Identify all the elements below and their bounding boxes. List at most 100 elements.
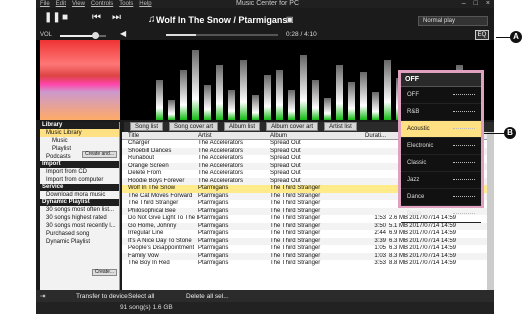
table-cell: The Cat Moves Forward	[128, 192, 193, 199]
eq-curve-icon	[453, 179, 475, 181]
tab-song-list[interactable]: Song list	[130, 122, 164, 131]
table-row[interactable]: People's Disappointment Ptarmigans The Thi…	[122, 245, 494, 253]
table-cell: The Third Stranger	[270, 185, 321, 191]
select-all-button[interactable]: Select all	[128, 293, 154, 300]
table-cell: Delete From	[128, 170, 162, 176]
play-mode-select[interactable]: Normal play	[418, 16, 488, 26]
column-title[interactable]: Title	[122, 132, 198, 139]
menu-edit[interactable]: Edit	[56, 1, 66, 7]
sidebar-item-highest-rated[interactable]: 30 songs highest rated	[40, 214, 119, 222]
sidebar-item-most-recent[interactable]: 30 songs most recently l...	[40, 222, 119, 230]
table-row[interactable]: Family Vow Ptarmigans The Third Stranger 1:…	[122, 252, 494, 260]
eq-option[interactable]: OFF	[401, 87, 481, 104]
volume-knob[interactable]	[92, 32, 99, 39]
table-cell: 2017/07/14 14:59	[409, 222, 456, 229]
table-cell: The Third Stranger	[270, 245, 321, 251]
sidebar-item-purchased[interactable]: Purchased song	[40, 230, 119, 238]
table-cell: 6.3 MB	[388, 245, 408, 251]
equalizer-button[interactable]: EQ	[475, 30, 489, 40]
seek-bar[interactable]	[166, 34, 278, 36]
sidebar-item-most-often[interactable]: 30 songs most often list...	[40, 206, 119, 214]
mini-player-icon[interactable]: ▣	[286, 15, 294, 25]
callout-line-b	[484, 133, 504, 134]
table-cell: Orange Screen	[128, 162, 169, 169]
table-cell: Ptarmigans	[198, 245, 229, 251]
eq-dropdown[interactable]: OFF OFF R&B Acoustic Electronic Classic Jazz D…	[398, 70, 484, 223]
eq-dropdown-current[interactable]: OFF	[401, 73, 481, 87]
table-cell: Ptarmigans	[198, 237, 229, 244]
table-cell	[358, 140, 386, 148]
maximize-button[interactable]: □	[474, 0, 478, 7]
next-icon[interactable]: ⏭	[112, 13, 121, 23]
sidebar-item-dynamic-playlist[interactable]: Dynamic Playlist	[40, 238, 119, 246]
volume-slider[interactable]	[60, 35, 106, 37]
table-cell: Charger	[128, 140, 150, 146]
delete-all-button[interactable]: Delete all sel...	[186, 293, 229, 300]
visualizer-bar	[276, 70, 283, 120]
table-cell: 3:53	[374, 260, 386, 266]
close-button[interactable]: ×	[486, 0, 490, 7]
eq-curve-icon	[453, 145, 475, 147]
tab-song-cover-art[interactable]: Song cover art	[169, 122, 219, 131]
sidebar-item-music[interactable]: Music	[40, 137, 119, 145]
eq-option[interactable]: Jazz	[401, 172, 481, 189]
menu-view[interactable]: View	[72, 1, 85, 7]
window-controls: – □ ×	[462, 0, 490, 7]
pause-icon[interactable]: ❚❚	[44, 13, 61, 23]
table-cell: 1:53	[374, 215, 386, 221]
menu-tools[interactable]: Tools	[119, 1, 133, 7]
table-cell: Do Not Give Light To The Baby	[128, 215, 198, 221]
previous-icon[interactable]: ⏮	[92, 13, 101, 23]
table-cell	[358, 170, 386, 178]
minimize-button[interactable]: –	[462, 0, 466, 7]
table-row[interactable]: Irregular Line Ptarmigans The Third Strang…	[122, 230, 494, 238]
table-cell: The Third Stranger	[270, 192, 321, 199]
table-cell: Ptarmigans	[198, 252, 229, 259]
menu-controls[interactable]: Controls	[91, 1, 113, 7]
create-dynamic-button[interactable]: Create...	[91, 269, 117, 276]
eq-option[interactable]: Dance	[401, 189, 481, 206]
list-scrollbar[interactable]	[487, 132, 494, 290]
table-cell: Wolf In The Snow	[128, 185, 176, 191]
table-row[interactable]: Go Home, Johnny Ptarmigans The Third Stran…	[122, 222, 494, 230]
visualizer-bar	[312, 80, 319, 120]
visualizer-bar	[228, 90, 235, 120]
column-duration[interactable]: Durati...	[358, 132, 386, 139]
transfer-button[interactable]: Transfer to device	[76, 293, 128, 300]
tab-album-cover-art[interactable]: Album cover art	[266, 122, 319, 131]
sidebar-item-music-library[interactable]: Music Library	[40, 129, 119, 137]
table-cell: 2017/07/14 14:59	[409, 260, 456, 266]
table-cell: Ptarmigans	[198, 230, 229, 236]
menu-help[interactable]: Help	[139, 1, 151, 7]
dynamic-playlist-header: Dynamic Playlist	[40, 199, 119, 206]
column-artist[interactable]: Artist	[198, 132, 270, 139]
menu-file[interactable]: File	[40, 1, 50, 7]
table-cell: 8.3 MB	[388, 252, 408, 259]
table-cell: 6.9 MB	[388, 230, 408, 236]
music-note-icon: ♫	[148, 14, 156, 25]
table-cell: Spread Out	[270, 155, 301, 161]
callout-a: A	[510, 31, 522, 43]
eq-option[interactable]: R&B	[401, 104, 481, 121]
create-playlist-button[interactable]: Create and...	[82, 151, 117, 158]
column-album[interactable]: Album	[270, 132, 358, 139]
tab-album-list[interactable]: Album list	[224, 122, 261, 131]
tab-artist-list[interactable]: Artist list	[324, 122, 357, 131]
speaker-icon[interactable]: ◀	[120, 29, 126, 39]
visualizer-bar	[264, 75, 271, 120]
table-cell	[358, 178, 386, 186]
table-row[interactable]: The Boy In Red Ptarmigans The Third Strang…	[122, 260, 494, 268]
transfer-icon: ⇥	[40, 293, 46, 300]
eq-option[interactable]: Classic	[401, 155, 481, 172]
sidebar-item-import-computer[interactable]: Import from computer	[40, 176, 119, 184]
eq-option[interactable]: Deep	[401, 206, 481, 223]
table-row[interactable]: It's A Nice Day To Stone Ptarmigans The Th…	[122, 237, 494, 245]
table-cell: Runabout	[128, 155, 155, 161]
table-cell: 2017/07/14 14:59	[409, 245, 456, 251]
sidebar-item-mora[interactable]: Download mora music	[40, 191, 119, 199]
sidebar-item-import-cd[interactable]: Import from CD	[40, 168, 119, 176]
visualizer-bar	[252, 95, 259, 120]
stop-icon[interactable]: ■	[62, 13, 68, 23]
eq-option[interactable]: Acoustic	[401, 121, 481, 138]
eq-option[interactable]: Electronic	[401, 138, 481, 155]
